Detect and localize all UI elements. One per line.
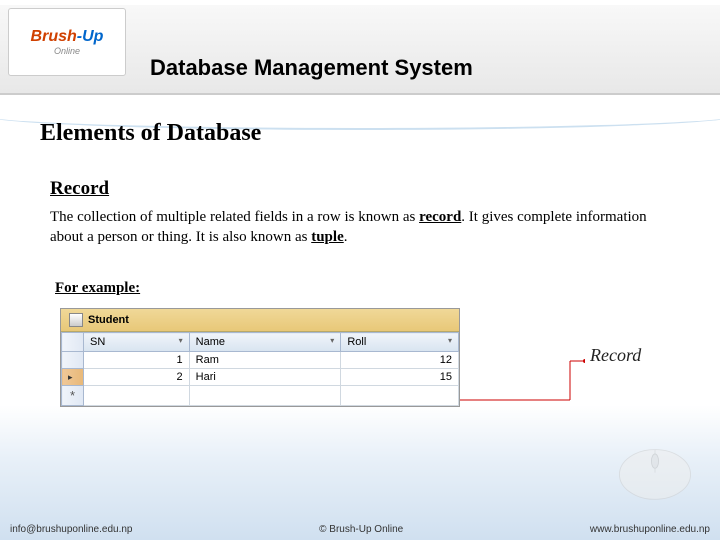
table-row: ▸ 2 Hari 15 xyxy=(62,369,459,386)
callout-connector xyxy=(460,353,585,413)
body-post: . xyxy=(344,229,348,245)
table-tab: Student xyxy=(61,309,459,332)
tab-label: Student xyxy=(88,314,129,326)
new-row-marker: * xyxy=(62,386,84,406)
body-term-tuple: tuple xyxy=(311,229,344,245)
new-row: * xyxy=(62,386,459,406)
section-heading: Record xyxy=(50,178,109,200)
example-label: For example: xyxy=(55,280,140,297)
chevron-down-icon: ▾ xyxy=(330,336,334,345)
table-screenshot: Student SN▾ Name▾ Roll▾ 1 Ram 12 ▸ 2 Har… xyxy=(60,308,460,407)
body-pre: The collection of multiple related field… xyxy=(50,209,419,225)
table-icon xyxy=(69,313,83,327)
logo-subtext: Online xyxy=(31,46,104,56)
row-selector-active: ▸ xyxy=(62,369,84,386)
cell-sn: 2 xyxy=(84,369,190,386)
cell-sn: 1 xyxy=(84,352,190,369)
cell-name: Ram xyxy=(189,352,341,369)
empty-cell xyxy=(341,386,459,406)
record-callout-label: Record xyxy=(590,345,641,366)
section-body: The collection of multiple related field… xyxy=(50,208,670,247)
empty-cell xyxy=(84,386,190,406)
select-all-cell xyxy=(62,333,84,352)
footer-url: www.brushuponline.edu.np xyxy=(590,524,710,535)
logo-word-1: Brush xyxy=(31,28,77,45)
col-header-sn: SN▾ xyxy=(84,333,190,352)
row-pointer-icon: ▸ xyxy=(68,372,73,382)
col-header-name: Name▾ xyxy=(189,333,341,352)
slide-subtitle: Elements of Database xyxy=(40,120,261,147)
mouse-decoration xyxy=(600,430,710,510)
page-title: Database Management System xyxy=(150,55,473,81)
table-row: 1 Ram 12 xyxy=(62,352,459,369)
footer: info@brushuponline.edu.np © Brush-Up Onl… xyxy=(0,524,720,535)
brand-logo: Brush-Up Online xyxy=(8,8,126,76)
cell-roll: 12 xyxy=(341,352,459,369)
data-grid: SN▾ Name▾ Roll▾ 1 Ram 12 ▸ 2 Hari 15 * xyxy=(61,332,459,406)
chevron-down-icon: ▾ xyxy=(448,336,452,345)
empty-cell xyxy=(189,386,341,406)
footer-email: info@brushuponline.edu.np xyxy=(10,524,132,535)
col-header-roll: Roll▾ xyxy=(341,333,459,352)
chevron-down-icon: ▾ xyxy=(179,336,183,345)
cell-name: Hari xyxy=(189,369,341,386)
logo-word-2: -Up xyxy=(77,28,104,45)
row-selector xyxy=(62,352,84,369)
body-term-record: record xyxy=(419,209,461,225)
footer-copyright: © Brush-Up Online xyxy=(319,524,403,535)
cell-roll: 15 xyxy=(341,369,459,386)
